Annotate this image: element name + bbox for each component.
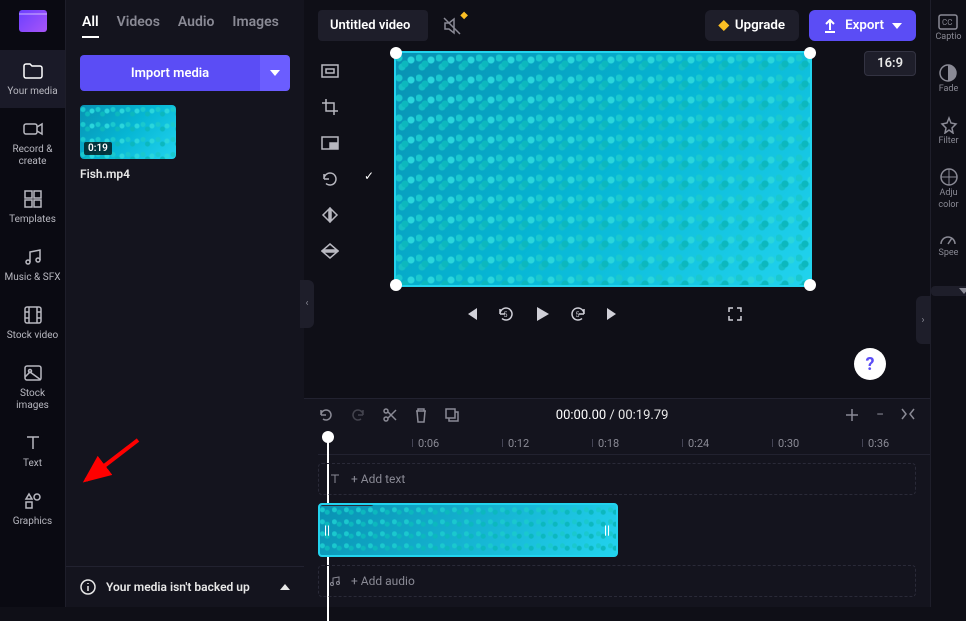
audio-lane-icon — [329, 575, 341, 587]
undo-icon[interactable] — [318, 407, 334, 423]
media-grid: 0:19 Fish.mp4 ✓ — [66, 105, 304, 181]
music-icon — [22, 246, 44, 268]
tab-all[interactable]: All — [82, 14, 99, 38]
film-icon — [22, 304, 44, 326]
rewind-5s-icon[interactable]: 5 — [497, 305, 515, 323]
collapse-right-handle[interactable]: › — [916, 296, 930, 344]
adjust-colors-tool[interactable]: Adjucolor — [938, 168, 958, 210]
clip-trim-right[interactable]: || — [604, 515, 612, 545]
media-filename: Fish.mp4 — [80, 167, 290, 181]
topbar: ◆ ◆Upgrade Export — [304, 0, 930, 51]
playhead[interactable] — [322, 431, 334, 443]
import-dropdown-caret[interactable] — [260, 55, 290, 91]
info-icon — [80, 579, 96, 595]
zoom-fit-icon[interactable] — [900, 407, 916, 423]
rail-music-sfx[interactable]: Music & SFX — [0, 236, 65, 294]
fullscreen-icon[interactable] — [727, 306, 743, 322]
svg-text:CC: CC — [942, 18, 952, 27]
export-button[interactable]: Export — [809, 10, 916, 41]
zoom-out-icon[interactable]: − — [876, 407, 884, 423]
video-clip[interactable]: Fish.mp4 || || — [318, 503, 618, 557]
rotate-icon[interactable] — [318, 167, 342, 191]
image-icon — [22, 362, 44, 384]
timeline-lanes: + Add text Fish.mp4 || || + Add audio — [304, 455, 930, 607]
filters-tool[interactable]: Filter — [938, 116, 958, 146]
captions-tool[interactable]: CCCaptio — [935, 14, 961, 42]
import-media-button[interactable]: Import media — [80, 55, 260, 91]
help-button[interactable]: ? — [854, 348, 886, 380]
pip-icon[interactable] — [318, 131, 342, 155]
resize-handle-bl[interactable] — [390, 279, 402, 291]
flip-horizontal-icon[interactable] — [318, 203, 342, 227]
resize-handle-tr[interactable] — [804, 47, 816, 59]
rail-graphics[interactable]: Graphics — [0, 480, 65, 538]
preview-area: 5 5 16:9 ? — [304, 51, 930, 398]
timeline-ruler[interactable]: 0:06 0:12 0:18 0:24 0:30 0:36 — [318, 431, 930, 455]
preview-canvas[interactable] — [394, 51, 812, 287]
rail-stock-images[interactable]: Stock images — [0, 352, 65, 422]
chevron-down-icon — [892, 23, 902, 29]
skip-start-icon[interactable] — [463, 306, 479, 322]
tab-images[interactable]: Images — [232, 14, 278, 38]
audio-lane[interactable]: + Add audio — [318, 565, 916, 597]
rail-templates[interactable]: Templates — [0, 178, 65, 236]
rail-record-create[interactable]: Record & create — [0, 108, 65, 178]
flip-vertical-icon[interactable] — [318, 239, 342, 263]
app-logo — [19, 10, 47, 32]
timeline-toolbar: 00:00.00 / 00:19.79 − — [304, 399, 930, 431]
fit-icon[interactable] — [318, 59, 342, 83]
duplicate-icon[interactable] — [444, 407, 460, 423]
left-rail: Your media Record & create Templates Mus… — [0, 0, 66, 607]
play-button[interactable] — [533, 305, 551, 323]
timecode-display: 00:00.00 / 00:19.79 — [556, 408, 669, 423]
media-duration-badge: 0:19 — [84, 142, 112, 155]
split-icon[interactable] — [382, 407, 398, 423]
upgrade-button[interactable]: ◆Upgrade — [705, 10, 800, 41]
media-thumbnail[interactable]: 0:19 — [80, 105, 176, 159]
right-rail: CCCaptio Fade Filter Adjucolor Spee — [930, 0, 966, 607]
aspect-ratio-selector[interactable]: 16:9 — [864, 51, 916, 76]
video-lane: Fish.mp4 || || — [318, 503, 916, 557]
backup-warning-bar[interactable]: Your media isn't backed up — [66, 566, 304, 607]
crop-icon[interactable] — [318, 95, 342, 119]
transport-controls: 5 5 — [463, 305, 743, 323]
fade-tool[interactable]: Fade — [939, 64, 959, 94]
camera-icon — [22, 118, 44, 140]
skip-end-icon[interactable] — [605, 306, 621, 322]
clip-label: Fish.mp4 — [320, 503, 374, 506]
redo-icon[interactable] — [350, 407, 366, 423]
timeline: 00:00.00 / 00:19.79 − 0:06 0:12 0:18 0:2… — [304, 398, 930, 607]
rail-stock-video[interactable]: Stock video — [0, 294, 65, 352]
text-lane-icon — [329, 473, 341, 485]
media-panel: All Videos Audio Images Import media 0:1… — [66, 0, 304, 607]
clip-trim-left[interactable]: || — [324, 515, 332, 545]
upload-icon — [823, 19, 837, 33]
rail-text[interactable]: Text — [0, 422, 65, 480]
shapes-icon — [22, 490, 44, 512]
media-tabs: All Videos Audio Images — [66, 0, 304, 49]
resize-handle-br[interactable] — [804, 279, 816, 291]
tab-audio[interactable]: Audio — [178, 14, 215, 38]
svg-text:5: 5 — [504, 311, 508, 319]
add-track-icon[interactable] — [844, 407, 860, 423]
chevron-up-icon — [280, 584, 290, 590]
premium-diamond-icon: ◆ — [460, 10, 468, 21]
svg-text:5: 5 — [576, 311, 580, 319]
project-title-input[interactable] — [318, 10, 428, 41]
folder-icon — [22, 60, 44, 82]
gem-icon: ◆ — [719, 18, 729, 33]
tab-videos[interactable]: Videos — [117, 14, 160, 38]
audio-mute-toggle[interactable]: ◆ — [442, 16, 462, 36]
text-lane[interactable]: + Add text — [318, 463, 916, 495]
speed-tool[interactable]: Spee — [939, 232, 959, 258]
templates-icon — [22, 188, 44, 210]
expand-right-rail[interactable] — [931, 286, 966, 296]
delete-icon[interactable] — [414, 407, 428, 423]
canvas-tools — [318, 51, 342, 388]
text-icon — [22, 432, 44, 454]
rail-your-media[interactable]: Your media — [0, 50, 65, 108]
main-editor: ◆ ◆Upgrade Export — [304, 0, 930, 607]
resize-handle-tl[interactable] — [390, 47, 402, 59]
forward-5s-icon[interactable]: 5 — [569, 305, 587, 323]
